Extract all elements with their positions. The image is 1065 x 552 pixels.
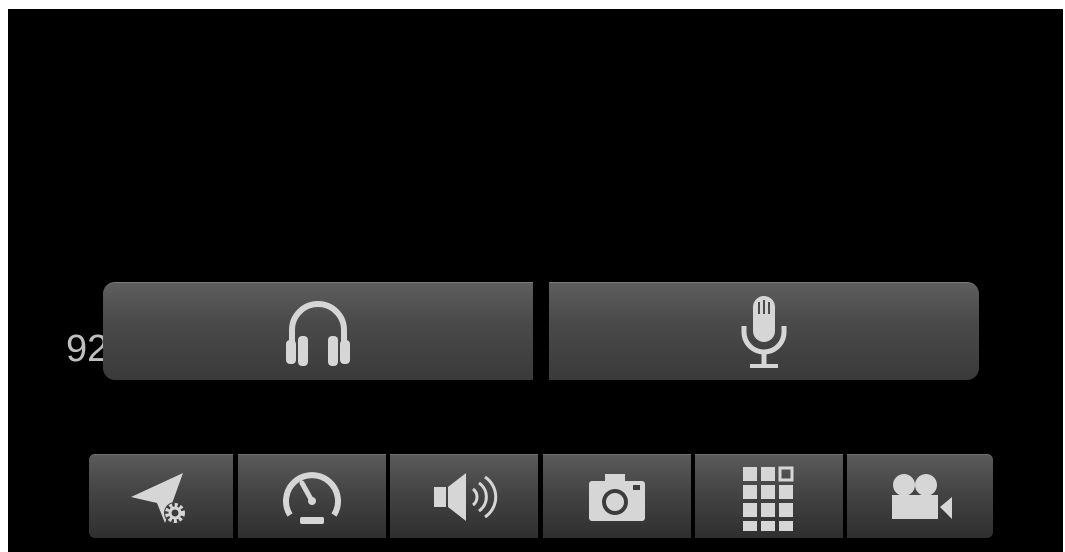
headphones-icon xyxy=(286,300,350,366)
camera-icon xyxy=(589,473,645,521)
navigation-settings-icon xyxy=(131,472,186,524)
headphones-button[interactable] xyxy=(103,282,533,380)
volume-button[interactable] xyxy=(390,454,538,538)
camera-button[interactable] xyxy=(543,454,691,538)
navigation-settings-button[interactable] xyxy=(89,454,233,538)
speedometer-icon xyxy=(283,471,341,524)
video-camera-icon xyxy=(892,473,952,519)
video-camera-button[interactable] xyxy=(847,454,993,538)
apps-grid-button[interactable] xyxy=(695,454,843,538)
partial-text: 92 xyxy=(66,328,109,370)
app-screen: 92 xyxy=(8,9,1063,552)
speedometer-button[interactable] xyxy=(238,454,386,538)
grid-apps-icon xyxy=(743,466,794,531)
microphone-button[interactable] xyxy=(549,282,979,380)
speaker-volume-icon xyxy=(434,472,498,521)
microphone-icon xyxy=(741,295,787,368)
